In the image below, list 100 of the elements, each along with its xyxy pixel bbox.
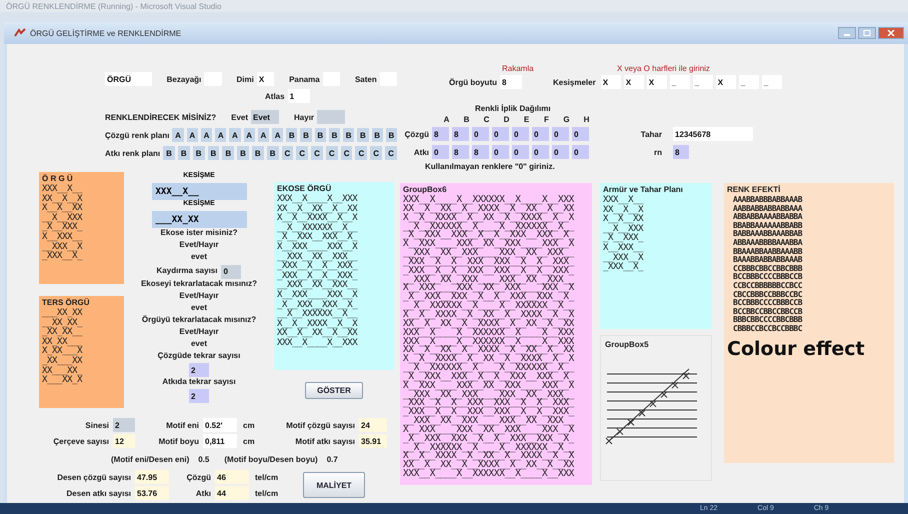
- column-header: C: [482, 114, 490, 124]
- color-cell-field[interactable]: A: [200, 128, 212, 142]
- color-cell-field[interactable]: C: [385, 146, 397, 160]
- text-field[interactable]: 0: [512, 127, 529, 141]
- text-field[interactable]: 0: [492, 145, 509, 159]
- column-header: H: [582, 114, 590, 124]
- text-field[interactable]: 0: [512, 145, 529, 159]
- text-field[interactable]: ___XX_XX: [152, 211, 246, 228]
- text-field[interactable]: 12: [113, 434, 135, 448]
- text-field[interactable]: 8: [472, 145, 489, 159]
- text-field[interactable]: 0: [492, 127, 509, 141]
- field-label: Hayır: [294, 112, 314, 122]
- color-cell-field[interactable]: B: [314, 128, 326, 142]
- text-field[interactable]: XXX__X__: [152, 183, 246, 200]
- color-cell-field[interactable]: B: [222, 146, 234, 160]
- text-field[interactable]: 46: [215, 470, 249, 484]
- show-button[interactable]: GÖSTER: [305, 382, 363, 399]
- color-cell-field[interactable]: B: [386, 128, 397, 142]
- color-cell-field[interactable]: B: [343, 128, 354, 142]
- text-field[interactable]: 0.52': [203, 418, 237, 432]
- text-field[interactable]: X: [646, 75, 667, 89]
- pattern-row-text: __XXX__XX__XXX__: [277, 252, 358, 262]
- text-field[interactable]: [317, 110, 346, 124]
- color-cell-field[interactable]: C: [326, 146, 338, 160]
- field-label: Çözgü: [186, 472, 211, 482]
- color-cell-field[interactable]: B: [208, 146, 220, 160]
- text-field[interactable]: 0: [472, 127, 489, 141]
- text-field[interactable]: 24: [359, 418, 387, 432]
- text-field[interactable]: 0: [221, 264, 242, 278]
- color-cell-field[interactable]: A: [229, 128, 241, 142]
- text-field[interactable]: 2: [189, 363, 209, 377]
- text-field[interactable]: 0: [572, 145, 589, 159]
- color-cell-field[interactable]: C: [370, 146, 382, 160]
- text-field[interactable]: 8: [500, 75, 522, 89]
- text-field[interactable]: 0,811: [203, 434, 237, 448]
- text-field[interactable]: Evet: [251, 110, 280, 124]
- text-field[interactable]: 2: [189, 389, 209, 403]
- text-field[interactable]: 8: [432, 127, 449, 141]
- color-cell-field[interactable]: C: [355, 146, 368, 160]
- field-label: Tahar: [640, 130, 662, 138]
- text-field[interactable]: 0: [552, 145, 569, 159]
- text-field[interactable]: 47.95: [135, 470, 169, 484]
- text-field[interactable]: 8: [673, 145, 689, 159]
- color-cell-field[interactable]: A: [272, 128, 284, 142]
- color-cell-field[interactable]: B: [178, 146, 190, 160]
- text-field[interactable]: X: [256, 72, 274, 86]
- color-cell-field[interactable]: A: [244, 128, 255, 142]
- text-field[interactable]: 0: [532, 145, 549, 159]
- color-cell-field[interactable]: A: [258, 128, 269, 142]
- color-cell-field[interactable]: C: [282, 146, 294, 160]
- option-label: Evet/Hayır: [179, 291, 219, 302]
- color-cell-field[interactable]: B: [252, 146, 264, 160]
- color-cell-field[interactable]: B: [328, 128, 340, 142]
- color-cell-field[interactable]: A: [186, 128, 198, 142]
- text-field[interactable]: _: [762, 75, 782, 89]
- color-cell-field[interactable]: B: [266, 146, 278, 160]
- text-field[interactable]: ÖRGÜ: [105, 72, 152, 86]
- text-field[interactable]: 0: [572, 127, 589, 141]
- question-label: RENKLENDİRECEK MİSİNİZ?: [105, 112, 216, 122]
- color-cell-field[interactable]: A: [215, 128, 226, 142]
- panel-title: Ö R G Ü: [42, 174, 74, 184]
- color-cell-field[interactable]: B: [357, 128, 369, 142]
- text-field[interactable]: 35.91: [359, 434, 387, 448]
- minimize-button[interactable]: [838, 27, 856, 39]
- close-button[interactable]: [878, 27, 904, 39]
- text-field[interactable]: 8: [452, 145, 469, 159]
- text-field[interactable]: _: [692, 75, 713, 89]
- text-field[interactable]: 53.76: [135, 486, 169, 500]
- pattern-row-text: __XXX__XX__XXX____XXX__XX__XXX__: [403, 417, 576, 426]
- color-cell-field[interactable]: C: [340, 146, 352, 160]
- ratio-value: 0.5: [198, 454, 210, 464]
- text-field[interactable]: X: [716, 75, 736, 89]
- text-field[interactable]: 0: [432, 145, 449, 159]
- text-field[interactable]: 44: [215, 486, 249, 500]
- color-cell-field[interactable]: B: [300, 128, 312, 142]
- text-field[interactable]: 0: [532, 127, 549, 141]
- text-field[interactable]: 12345678: [673, 127, 753, 141]
- cost-button[interactable]: MALİYET: [303, 472, 365, 498]
- color-cell-field[interactable]: B: [286, 128, 298, 142]
- text-field[interactable]: _: [670, 75, 690, 89]
- color-cell-field[interactable]: B: [192, 146, 205, 160]
- color-cell-field[interactable]: C: [311, 146, 323, 160]
- color-cell-field[interactable]: B: [237, 146, 249, 160]
- text-field[interactable]: _: [738, 75, 759, 89]
- pattern-row-text: X__XXX____XXX__XX__XXX____XXX__X: [403, 426, 576, 435]
- field-label: Dimi: [236, 74, 254, 84]
- maximize-button[interactable]: [858, 27, 876, 39]
- pattern-row-text: _XXX__X__X__XXX__XXX__X__X__XXX_: [403, 266, 576, 276]
- text-field[interactable]: 0: [552, 127, 569, 141]
- text-field[interactable]: X: [600, 75, 621, 89]
- color-cell-field[interactable]: B: [163, 146, 175, 160]
- color-cell-field[interactable]: C: [296, 146, 308, 160]
- pattern-row-text: __X__XXXXXX__X__: [277, 310, 358, 320]
- text-field[interactable]: 1: [288, 89, 310, 103]
- text-field[interactable]: X: [624, 75, 644, 89]
- color-cell-field[interactable]: A: [172, 128, 184, 142]
- text-field[interactable]: 2: [113, 418, 135, 432]
- text-field[interactable]: 8: [452, 127, 469, 141]
- color-cell-field[interactable]: B: [372, 128, 383, 142]
- pattern-row-text: _XXX__X_: [603, 263, 644, 273]
